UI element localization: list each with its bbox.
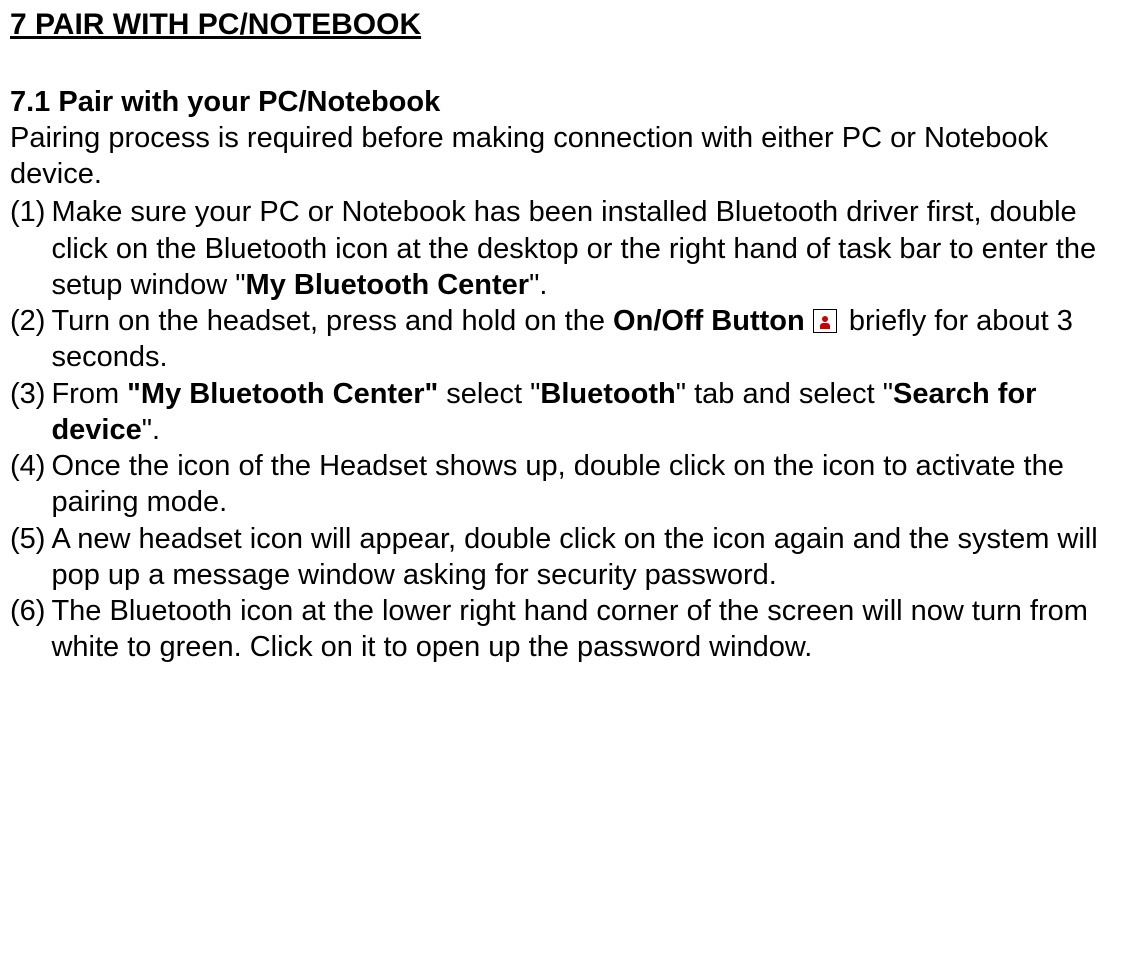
bold-run: On/Off Button	[613, 305, 805, 337]
intro-paragraph: Pairing process is required before makin…	[10, 120, 1115, 193]
step-number: (4)	[10, 448, 51, 521]
power-button-icon	[813, 309, 837, 333]
bold-run: My Bluetooth Center	[246, 269, 530, 301]
step-4: (4) Once the icon of the Headset shows u…	[10, 448, 1115, 521]
step-1: (1) Make sure your PC or Notebook has be…	[10, 194, 1115, 303]
text-run: From	[51, 378, 127, 410]
step-text: From "My Bluetooth Center" select "Bluet…	[51, 376, 1115, 449]
bold-run: Bluetooth	[540, 378, 675, 410]
text-run: select "	[438, 378, 540, 410]
step-text: The Bluetooth icon at the lower right ha…	[51, 593, 1115, 666]
step-number: (6)	[10, 593, 51, 666]
document-page: 7 PAIR WITH PC/NOTEBOOK 7.1 Pair with yo…	[0, 0, 1125, 969]
text-run: Turn on the headset, press and hold on t…	[51, 305, 613, 337]
text-run: ".	[529, 269, 547, 301]
section-heading: 7 PAIR WITH PC/NOTEBOOK	[10, 6, 1115, 44]
step-6: (6) The Bluetooth icon at the lower righ…	[10, 593, 1115, 666]
step-number: (5)	[10, 521, 51, 594]
step-text: Make sure your PC or Notebook has been i…	[51, 194, 1115, 303]
step-3: (3) From "My Bluetooth Center" select "B…	[10, 376, 1115, 449]
text-run: Make sure your PC or Notebook has been i…	[51, 196, 1096, 301]
step-text: Once the icon of the Headset shows up, d…	[51, 448, 1115, 521]
step-number: (1)	[10, 194, 51, 303]
step-2: (2) Turn on the headset, press and hold …	[10, 303, 1115, 376]
step-text: A new headset icon will appear, double c…	[51, 521, 1115, 594]
bold-run: "My Bluetooth Center"	[127, 378, 438, 410]
subsection-heading: 7.1 Pair with your PC/Notebook	[10, 84, 1115, 120]
step-number: (2)	[10, 303, 51, 376]
step-number: (3)	[10, 376, 51, 449]
step-5: (5) A new headset icon will appear, doub…	[10, 521, 1115, 594]
text-run: ".	[142, 414, 160, 446]
step-text: Turn on the headset, press and hold on t…	[51, 303, 1115, 376]
text-run: " tab and select "	[676, 378, 893, 410]
